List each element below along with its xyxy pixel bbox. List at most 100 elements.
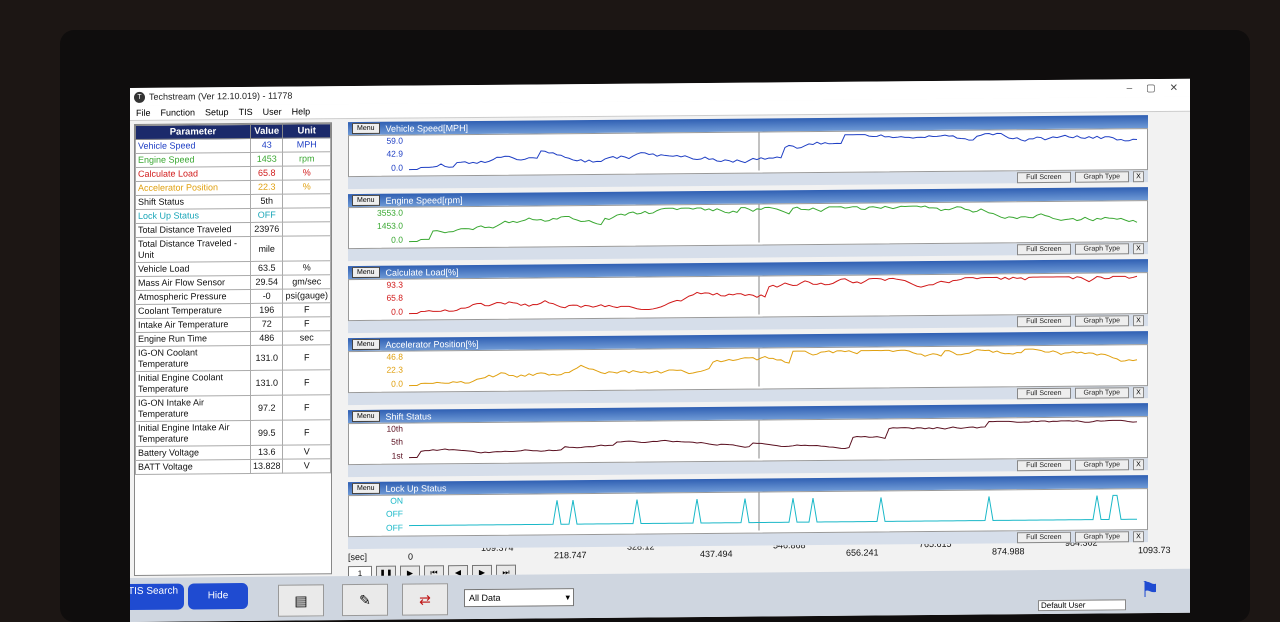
y-tick-label: 5th bbox=[391, 436, 403, 447]
parameter-unit: psi(gauge) bbox=[282, 288, 331, 304]
parameter-name: Vehicle Load bbox=[135, 261, 251, 277]
parameter-value: 13.828 bbox=[250, 459, 283, 474]
signal-trace bbox=[409, 419, 1138, 459]
y-tick-label: 1453.0 bbox=[377, 220, 403, 231]
parameter-value: mile bbox=[250, 236, 283, 262]
graph-title: Vehicle Speed[MPH] bbox=[385, 122, 469, 134]
close-graph-button[interactable]: X bbox=[1133, 458, 1144, 470]
full-screen-button[interactable]: Full Screen bbox=[1017, 243, 1071, 255]
y-tick-label: OFF bbox=[386, 508, 403, 519]
parameter-value: 131.0 bbox=[250, 345, 283, 371]
y-tick-label: ON bbox=[390, 495, 403, 506]
graph-type-button[interactable]: Graph Type bbox=[1074, 314, 1129, 327]
full-screen-button[interactable]: Full Screen bbox=[1017, 459, 1071, 471]
table-row[interactable]: Total Distance Traveled - Unit mile bbox=[135, 235, 331, 263]
snapshot-icon[interactable]: ✎ bbox=[342, 583, 388, 617]
table-row[interactable]: BATT Voltage 13.828 V bbox=[135, 458, 331, 475]
graph-menu-button[interactable]: Menu bbox=[352, 194, 380, 207]
close-graph-button[interactable]: X bbox=[1133, 530, 1144, 542]
close-graph-button[interactable]: X bbox=[1133, 386, 1144, 398]
flag-icon[interactable]: ⚑ bbox=[1140, 577, 1160, 603]
parameter-name: Lock Up Status bbox=[135, 208, 251, 224]
header-value[interactable]: Value bbox=[250, 124, 283, 139]
menu-function[interactable]: Function bbox=[161, 107, 196, 117]
parameter-name: Coolant Temperature bbox=[135, 303, 251, 319]
parameter-value: 5th bbox=[250, 194, 283, 209]
parameter-name: Initial Engine Coolant Temperature bbox=[135, 370, 251, 397]
close-icon[interactable]: ✕ bbox=[1170, 82, 1178, 93]
menu-tis[interactable]: TIS bbox=[239, 107, 253, 117]
user-field: Default User bbox=[1038, 599, 1126, 612]
graph-menu-button[interactable]: Menu bbox=[352, 266, 380, 279]
signal-trace bbox=[409, 492, 1137, 531]
parameter-unit bbox=[282, 193, 331, 209]
menu-user[interactable]: User bbox=[263, 107, 282, 117]
graph-plot: ON OFF OFF bbox=[348, 488, 1148, 538]
parameter-name: Total Distance Traveled - Unit bbox=[135, 236, 251, 263]
parameter-table: Parameter Value Unit Vehicle Speed 43 MPH E… bbox=[135, 123, 331, 475]
parameter-name: Accelerator Position bbox=[135, 180, 251, 196]
graph-title: Accelerator Position[%] bbox=[385, 338, 479, 350]
techstream-logo-icon: T bbox=[134, 91, 145, 103]
x-tick-label: 0 bbox=[408, 551, 414, 562]
full-screen-button[interactable]: Full Screen bbox=[1017, 387, 1071, 399]
parameter-unit: % bbox=[282, 260, 331, 276]
parameter-value: 13.6 bbox=[250, 445, 283, 460]
record-icon[interactable]: ⇄ bbox=[402, 583, 448, 616]
parameter-value: 29.54 bbox=[250, 275, 283, 290]
y-tick-label: 59.0 bbox=[386, 135, 403, 146]
data-filter-value: All Data bbox=[469, 592, 501, 604]
parameter-unit: V bbox=[282, 458, 331, 474]
data-filter-select[interactable]: All Data ▾ bbox=[464, 588, 574, 608]
full-screen-button[interactable]: Full Screen bbox=[1017, 171, 1071, 183]
table-row[interactable]: Initial Engine Coolant Temperature 131.0 F bbox=[135, 369, 331, 397]
parameter-value: 131.0 bbox=[250, 370, 283, 396]
close-graph-button[interactable]: X bbox=[1133, 314, 1144, 326]
table-row[interactable]: IG-ON Coolant Temperature 131.0 F bbox=[135, 344, 331, 372]
y-tick-label: 22.3 bbox=[386, 364, 403, 375]
graph-type-button[interactable]: Graph Type bbox=[1074, 458, 1129, 471]
data-list-icon[interactable]: ▤ bbox=[278, 584, 324, 617]
graph-type-button[interactable]: Graph Type bbox=[1074, 530, 1129, 543]
graph-type-button[interactable]: Graph Type bbox=[1074, 170, 1129, 183]
graph-menu-button[interactable]: Menu bbox=[352, 338, 380, 351]
table-row[interactable]: IG-ON Intake Air Temperature 97.2 F bbox=[135, 394, 331, 422]
y-tick-label: 46.8 bbox=[386, 351, 403, 362]
header-unit[interactable]: Unit bbox=[282, 123, 331, 139]
hide-button[interactable]: Hide bbox=[188, 582, 248, 610]
full-screen-button[interactable]: Full Screen bbox=[1017, 531, 1071, 543]
close-graph-button[interactable]: X bbox=[1133, 242, 1144, 254]
parameter-rows: Vehicle Speed 43 MPH Engine Speed 1453 rpm Cal… bbox=[135, 137, 331, 475]
graph-panel: Menu Accelerator Position[%] 46.8 22.3 0.0 Fu… bbox=[348, 331, 1148, 408]
x-tick-label: 218.747 bbox=[554, 550, 587, 561]
graph-menu-button[interactable]: Menu bbox=[352, 482, 380, 495]
menu-help[interactable]: Help bbox=[292, 106, 311, 116]
y-tick-label: 0.0 bbox=[391, 234, 403, 245]
parameter-name: Vehicle Speed bbox=[135, 138, 251, 154]
y-tick-label: 10th bbox=[386, 423, 403, 434]
graph-menu-button[interactable]: Menu bbox=[352, 122, 380, 135]
parameter-value: 65.8 bbox=[250, 166, 283, 181]
menu-file[interactable]: File bbox=[136, 108, 151, 118]
parameter-name: Total Distance Traveled bbox=[135, 222, 251, 238]
y-tick-label: 93.3 bbox=[386, 279, 403, 290]
graph-menu-button[interactable]: Menu bbox=[352, 410, 380, 423]
graph-panel: Menu Shift Status 10th 5th 1st Full Screen Gra… bbox=[348, 403, 1148, 480]
parameter-value: 486 bbox=[250, 331, 283, 346]
parameter-name: Initial Engine Intake Air Temperature bbox=[135, 420, 251, 447]
graph-type-button[interactable]: Graph Type bbox=[1074, 242, 1129, 255]
minimize-icon[interactable]: – bbox=[1127, 83, 1133, 94]
graph-type-button[interactable]: Graph Type bbox=[1074, 386, 1129, 399]
header-parameter[interactable]: Parameter bbox=[135, 124, 251, 140]
close-graph-button[interactable]: X bbox=[1133, 170, 1144, 182]
graph-panel: Menu Calculate Load[%] 93.3 65.8 0.0 Full Scr… bbox=[348, 259, 1148, 336]
signal-trace bbox=[409, 204, 1138, 243]
graph-panel: Menu Lock Up Status ON OFF OFF Full Screen Gra… bbox=[348, 475, 1148, 552]
maximize-icon[interactable]: ▢ bbox=[1146, 83, 1155, 94]
tis-search-button[interactable]: TIS Search bbox=[130, 583, 184, 611]
full-screen-button[interactable]: Full Screen bbox=[1017, 315, 1071, 327]
parameter-unit: % bbox=[282, 165, 331, 181]
parameter-value: 23976 bbox=[250, 222, 283, 237]
menu-setup[interactable]: Setup bbox=[205, 107, 229, 117]
table-row[interactable]: Initial Engine Intake Air Temperature 99.… bbox=[135, 419, 331, 447]
